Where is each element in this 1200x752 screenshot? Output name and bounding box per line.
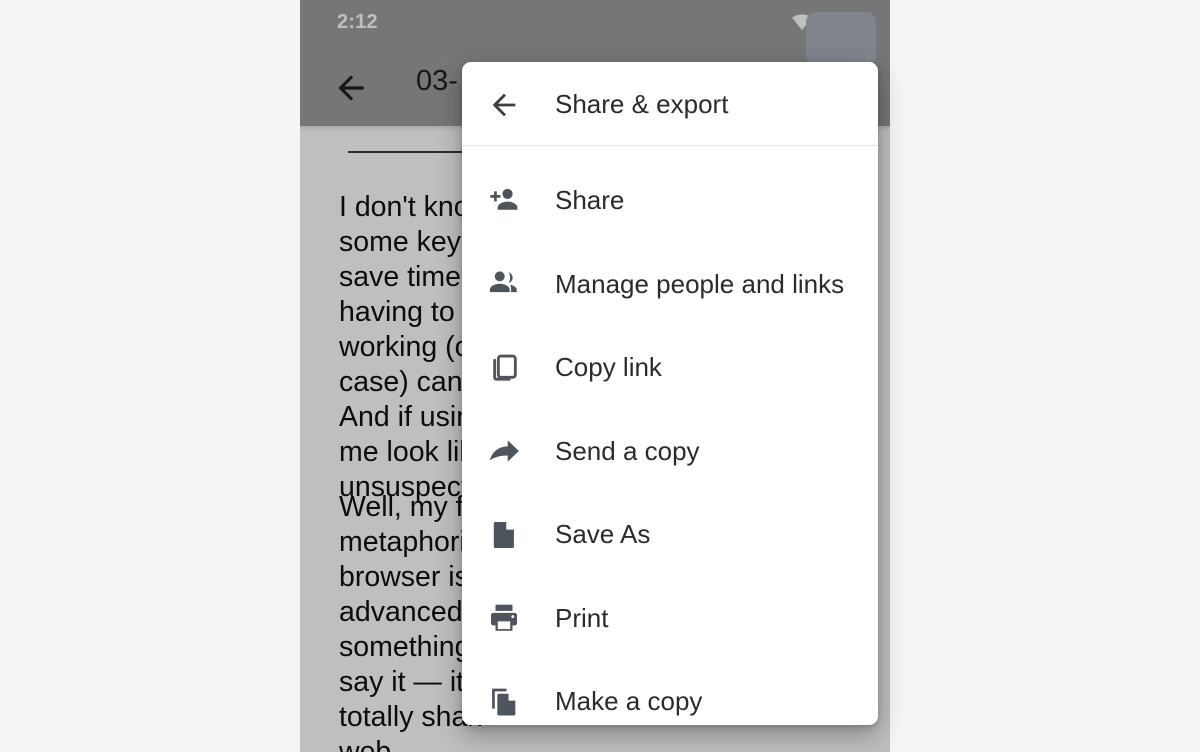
share-export-menu-list: Share Manage people and links Copy link … — [462, 146, 878, 725]
people-group-icon — [485, 265, 523, 303]
dialog-header: Share & export — [462, 62, 878, 146]
menu-item-label: Print — [555, 602, 609, 633]
menu-item-label: Share — [555, 185, 625, 216]
menu-item-manage-people-and-links[interactable]: Manage people and links — [462, 243, 878, 327]
menu-item-label: Send a copy — [555, 435, 700, 466]
screenshot-root: I don't know some keyb save time a havin… — [0, 0, 1200, 752]
send-arrow-icon — [485, 432, 523, 470]
copy-link-icon — [485, 349, 523, 387]
menu-item-save-as[interactable]: Save As — [462, 493, 878, 577]
share-and-export-dialog: Share & export Share Manage people and l… — [462, 62, 878, 725]
duplicate-file-icon — [485, 683, 523, 721]
menu-item-copy-link[interactable]: Copy link — [462, 326, 878, 410]
arrow-back-icon — [492, 93, 516, 117]
menu-item-make-a-copy[interactable]: Make a copy — [462, 660, 878, 725]
menu-item-label: Save As — [555, 519, 651, 550]
file-document-icon — [485, 516, 523, 554]
menu-item-share[interactable]: Share — [462, 159, 878, 243]
menu-item-send-a-copy[interactable]: Send a copy — [462, 410, 878, 494]
menu-item-label: Manage people and links — [555, 268, 845, 299]
menu-item-label: Copy link — [555, 352, 662, 383]
person-add-icon — [485, 182, 523, 220]
menu-item-print[interactable]: Print — [462, 577, 878, 661]
menu-item-label: Make a copy — [555, 686, 703, 717]
dialog-back-button[interactable] — [487, 88, 521, 122]
dialog-title: Share & export — [555, 89, 729, 119]
printer-icon — [485, 599, 523, 637]
